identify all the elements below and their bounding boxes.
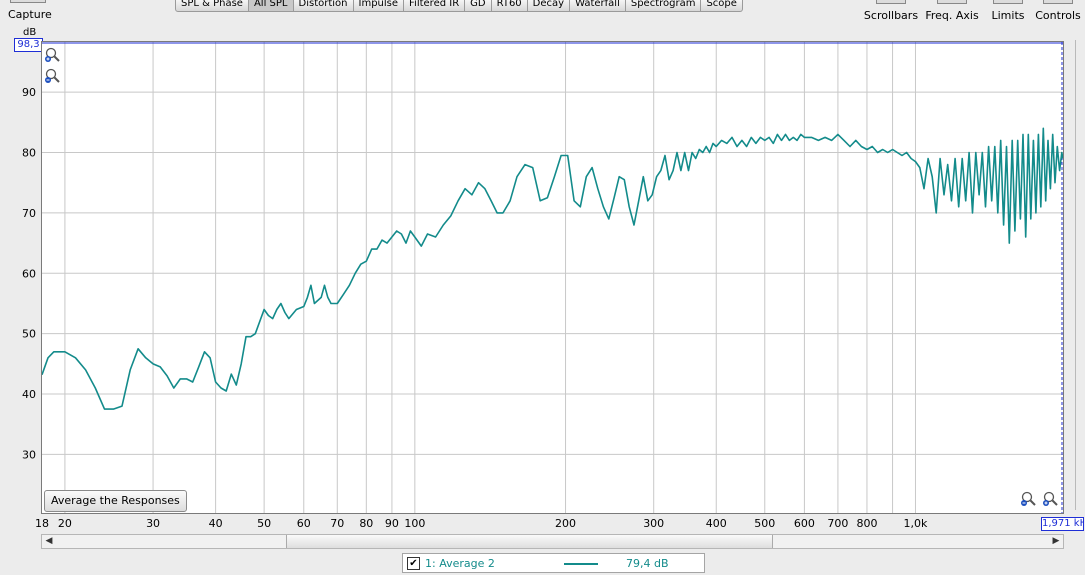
horizontal-scrollbar[interactable]: ◀ ▶ xyxy=(41,534,1064,549)
legend-line-swatch xyxy=(564,563,598,565)
x-tick-label: 50 xyxy=(257,517,271,530)
x-tick-label: 1,0k xyxy=(904,517,928,530)
x-tick-label: 100 xyxy=(404,517,425,530)
divider xyxy=(1075,40,1076,510)
x-tick-label: 500 xyxy=(754,517,775,530)
average-responses-button[interactable]: Average the Responses xyxy=(44,490,187,512)
y-tick-label: 70 xyxy=(22,207,36,220)
x-tick-label: 90 xyxy=(385,517,399,530)
zoom-in-icon[interactable] xyxy=(44,46,62,64)
legend-series-value: 79,4 dB xyxy=(626,557,669,570)
x-tick-label: 200 xyxy=(555,517,576,530)
x-tick-label: 600 xyxy=(794,517,815,530)
x-tick-label: 80 xyxy=(359,517,373,530)
x-tick-label: 60 xyxy=(297,517,311,530)
x-tick-label: 300 xyxy=(643,517,664,530)
zoom-in-x-icon[interactable] xyxy=(1042,490,1060,508)
y-tick-label: 50 xyxy=(22,328,36,341)
legend-checkbox[interactable]: ✔ xyxy=(407,557,420,570)
x-tick-label: 800 xyxy=(856,517,877,530)
axis-labels: 30 40 50 60 70 80 90 18 20 30 40 50 60 70 80 90 100 200 30… xyxy=(22,86,928,530)
legend-series-name: 1: Average 2 xyxy=(425,557,495,570)
x-tick-label: 20 xyxy=(58,517,72,530)
x-tick-label: 700 xyxy=(827,517,848,530)
x-tick-label: 70 xyxy=(330,517,344,530)
x-tick-label: 30 xyxy=(146,517,160,530)
legend: ✔ 1: Average 2 79,4 dB xyxy=(402,553,705,573)
scrollbar-thumb[interactable] xyxy=(286,535,773,548)
y-tick-label: 60 xyxy=(22,267,36,280)
y-tick-label: 40 xyxy=(22,388,36,401)
zoom-out-x-icon[interactable] xyxy=(1020,490,1038,508)
x-tick-label: 400 xyxy=(706,517,727,530)
y-tick-label: 80 xyxy=(22,147,36,160)
y-tick-label: 90 xyxy=(22,86,36,99)
zoom-out-icon[interactable] xyxy=(44,67,62,85)
x-tick-label: 18 xyxy=(35,517,49,530)
x-tick-label: 40 xyxy=(209,517,223,530)
arrow-right-icon[interactable]: ▶ xyxy=(1049,535,1063,548)
arrow-left-icon[interactable]: ◀ xyxy=(42,535,56,548)
y-tick-label: 30 xyxy=(22,448,36,461)
